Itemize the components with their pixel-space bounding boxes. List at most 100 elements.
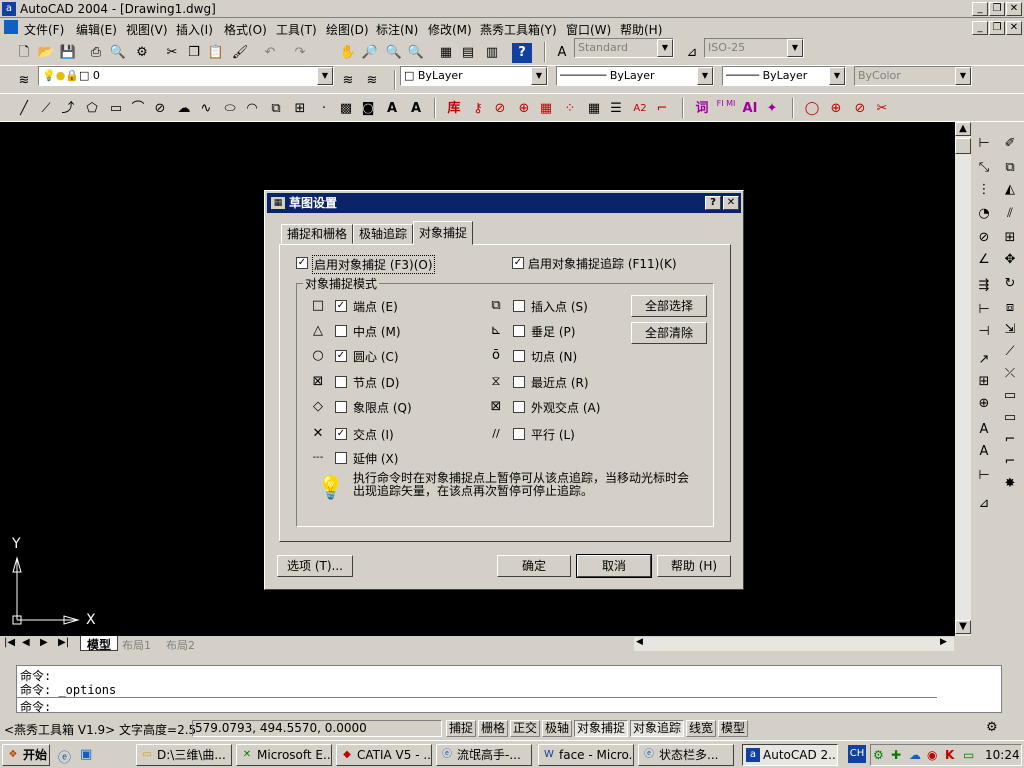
endpoint-label[interactable]: 端点 (E) xyxy=(353,298,398,315)
ortho-toggle[interactable]: 正交 xyxy=(510,720,541,737)
offset-icon[interactable]: ⫽ xyxy=(999,204,1021,224)
properties-icon[interactable]: ▦ xyxy=(436,43,456,63)
circle-red-icon[interactable]: ◯ xyxy=(802,99,822,119)
model-toggle[interactable]: 模型 xyxy=(718,720,749,737)
chevron-down-icon[interactable]: ▼ xyxy=(317,67,333,85)
copy-object-icon[interactable]: ⧉ xyxy=(999,158,1021,178)
scissors-circle-icon[interactable]: ✂ xyxy=(872,99,892,119)
multiline-text-icon[interactable]: A xyxy=(406,99,426,119)
parallel-checkbox[interactable] xyxy=(513,428,525,440)
tab-snap-grid[interactable]: 捕捉和栅格 xyxy=(281,224,354,244)
target-icon[interactable]: ⊕ xyxy=(826,99,846,119)
tray-monitor-icon[interactable]: ▭ xyxy=(963,748,974,762)
list-icon[interactable]: ☰ xyxy=(606,99,626,119)
node-label[interactable]: 节点 (D) xyxy=(353,374,399,391)
ai-button[interactable]: AI xyxy=(740,99,760,119)
pan-icon[interactable]: ✋ xyxy=(338,43,358,63)
dim-continue-icon[interactable]: ⊣ xyxy=(973,322,995,342)
task-autocad[interactable]: a AutoCAD 2... xyxy=(742,744,838,766)
new-icon[interactable]: 🗋 xyxy=(14,43,34,63)
chamfer-icon[interactable]: ⌐ xyxy=(999,430,1021,450)
tab-last-icon[interactable]: ▶| xyxy=(58,637,69,648)
redo-icon[interactable]: ↷ xyxy=(290,43,310,63)
fimi-button[interactable]: FI MI xyxy=(716,99,736,119)
make-block-icon[interactable]: ⊞ xyxy=(290,99,310,119)
dim-style-icon[interactable]: ⊿ xyxy=(682,43,702,63)
menu-window[interactable]: 窗口(W) xyxy=(566,21,611,38)
quadrant-checkbox[interactable] xyxy=(335,401,347,413)
scroll-right-icon[interactable]: ▶ xyxy=(940,637,947,647)
make-current-layer-icon[interactable]: ≋ xyxy=(338,71,358,91)
dialog-help-icon[interactable]: ? xyxy=(705,196,721,210)
restore-icon[interactable]: ❐ xyxy=(989,2,1005,16)
word-button[interactable]: 词 xyxy=(692,99,712,119)
tray-app-icon[interactable]: ⚙ xyxy=(873,748,884,762)
curve-tool-icon[interactable]: ⌐ xyxy=(652,99,672,119)
ie-icon[interactable]: ⓔ xyxy=(58,747,71,766)
polyline-icon[interactable]: ⤴ xyxy=(58,99,78,119)
dim-update-icon[interactable]: ⊢ xyxy=(973,466,995,486)
chevron-down-icon[interactable]: ▼ xyxy=(787,39,803,57)
fillet-icon[interactable]: ⌐ xyxy=(999,452,1021,472)
dim-text-edit-icon[interactable]: A xyxy=(973,442,995,462)
pencil-circle-icon[interactable]: ⊘ xyxy=(850,99,870,119)
grid-block-icon[interactable]: ▦ xyxy=(536,99,556,119)
tangent-checkbox[interactable] xyxy=(513,350,525,362)
horizontal-scrollbar[interactable]: ◀ ▶ xyxy=(634,637,954,651)
desktop-icon[interactable]: ▣ xyxy=(80,747,92,762)
dim-aligned-icon[interactable]: ⤡ xyxy=(973,158,995,178)
design-center-icon[interactable]: ▤ xyxy=(458,43,478,63)
zoom-window-icon[interactable]: 🔍 xyxy=(384,43,404,63)
rectangle-icon[interactable]: ▭ xyxy=(106,99,126,119)
text-style-select[interactable]: Standard ▼ xyxy=(574,38,674,58)
dim-baseline-icon[interactable]: ⊢ xyxy=(973,300,995,320)
menu-view[interactable]: 视图(V) xyxy=(126,21,168,38)
tab-first-icon[interactable]: |◀ xyxy=(4,637,15,648)
node-checkbox[interactable] xyxy=(335,376,347,388)
chevron-down-icon[interactable]: ▼ xyxy=(829,67,845,85)
document-icon[interactable] xyxy=(4,20,18,34)
tolerance-icon[interactable]: ⊞ xyxy=(973,372,995,392)
help-button[interactable]: 帮助 (H) xyxy=(657,555,731,577)
scroll-up-icon[interactable]: ▲ xyxy=(955,122,971,136)
zoom-previous-icon[interactable]: 🔍 xyxy=(406,43,426,63)
menu-format[interactable]: 格式(O) xyxy=(224,21,267,38)
doc-close-icon[interactable]: ✕ xyxy=(1006,21,1022,35)
trim-icon[interactable]: ⤫ xyxy=(999,364,1021,384)
polygon-icon[interactable]: ⬠ xyxy=(82,99,102,119)
bolt-icon[interactable]: ⚷ xyxy=(468,99,488,119)
task-catia[interactable]: ◆ CATIA V5 - ... xyxy=(336,744,432,766)
chevron-down-icon[interactable]: ▼ xyxy=(697,67,713,85)
cancel-button[interactable]: 取消 xyxy=(576,554,652,578)
undo-icon[interactable]: ↶ xyxy=(260,43,280,63)
cut-icon[interactable]: ✂ xyxy=(162,43,182,63)
enable-tracking-checkbox[interactable]: ✓ xyxy=(512,257,524,269)
midpoint-label[interactable]: 中点 (M) xyxy=(353,323,401,340)
parallel-label[interactable]: 平行 (L) xyxy=(531,426,575,443)
dim-edit-icon[interactable]: A xyxy=(973,420,995,440)
rotate-icon[interactable]: ↻ xyxy=(999,274,1021,294)
tangent-label[interactable]: 切点 (N) xyxy=(531,348,577,365)
nearest-checkbox[interactable] xyxy=(513,376,525,388)
minimize-icon[interactable]: _ xyxy=(972,2,988,16)
break-point-icon[interactable]: ▭ xyxy=(999,408,1021,428)
center-mark-icon[interactable]: ⊕ xyxy=(973,394,995,414)
layer-select[interactable]: 💡●🔒□ 0 ▼ xyxy=(38,66,334,86)
open-icon[interactable]: 📂 xyxy=(36,43,56,63)
library-button[interactable]: 库 xyxy=(444,99,464,119)
vertical-scrollbar[interactable]: ▲ ▼ xyxy=(955,122,971,636)
scale-icon[interactable]: ⧈ xyxy=(999,298,1021,318)
tab-next-icon[interactable]: ▶ xyxy=(40,637,48,648)
region-icon[interactable]: ◙ xyxy=(358,99,378,119)
stretch-icon[interactable]: ⇲ xyxy=(999,320,1021,340)
plotstyle-select[interactable]: ByColor ▼ xyxy=(854,66,972,86)
break-icon[interactable]: ▭ xyxy=(999,386,1021,406)
insertion-label[interactable]: 插入点 (S) xyxy=(531,298,588,315)
tray-k-icon[interactable]: K xyxy=(945,748,954,762)
revision-cloud-icon[interactable]: ☁ xyxy=(174,99,194,119)
crosshair-circle-icon[interactable]: ⊕ xyxy=(514,99,534,119)
match-properties-icon[interactable]: 🖌 xyxy=(230,43,250,63)
start-button[interactable]: ❖ 开始 xyxy=(2,744,50,766)
hatch-icon[interactable]: ▩ xyxy=(336,99,356,119)
enable-osnap-checkbox[interactable]: ✓ xyxy=(296,257,308,269)
